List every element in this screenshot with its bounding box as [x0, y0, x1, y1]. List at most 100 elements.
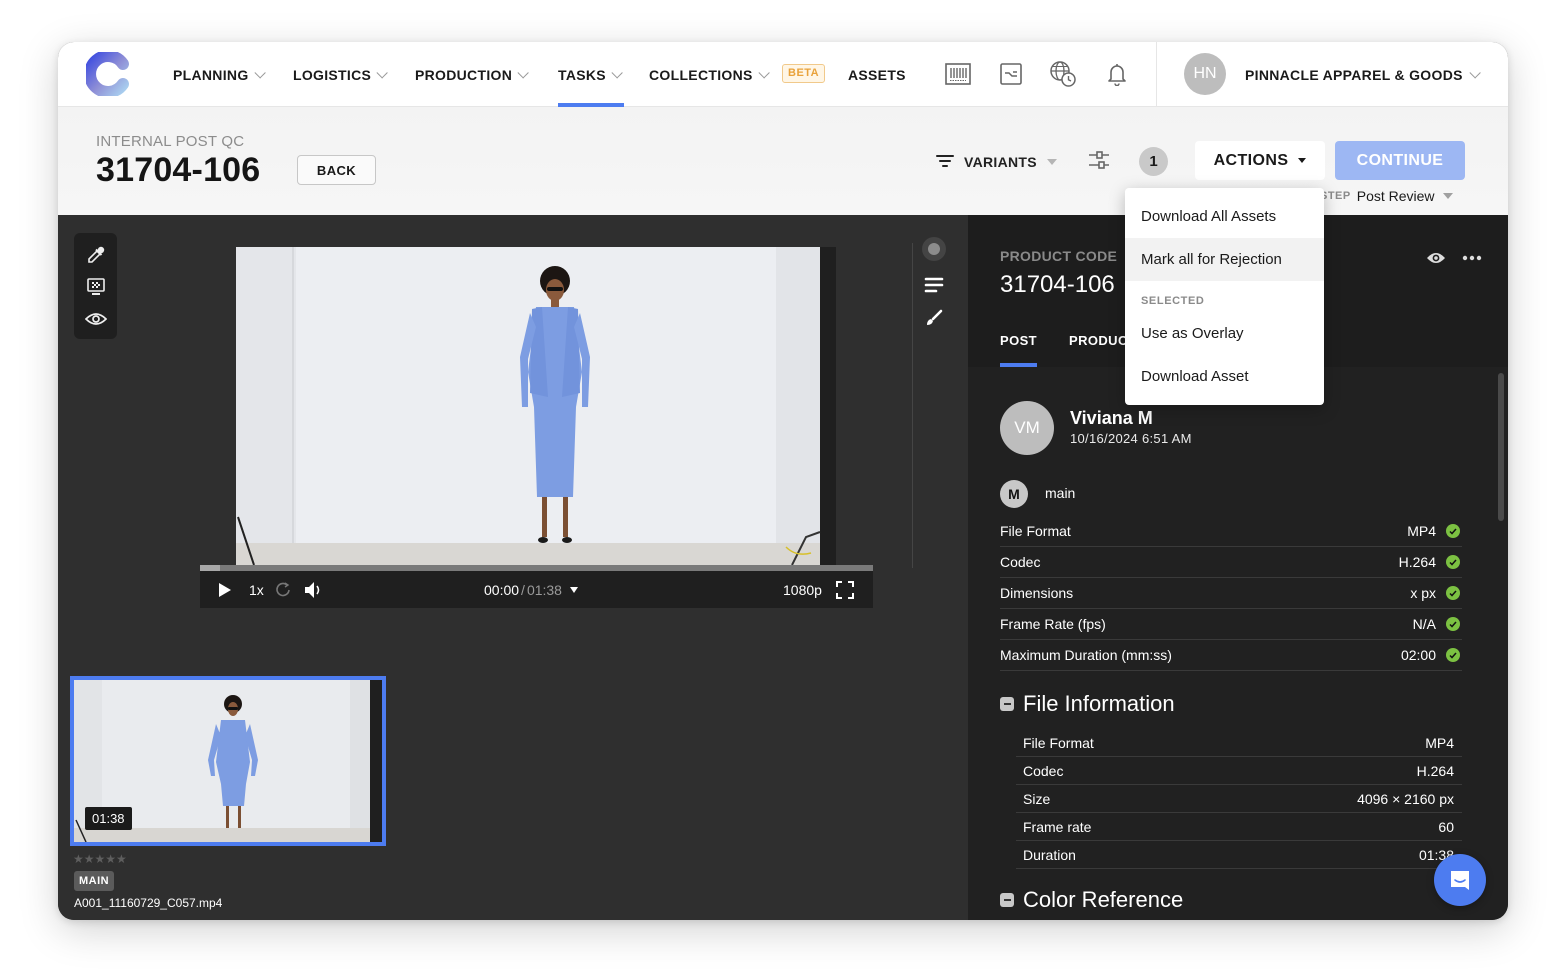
- file-info-row: File Format MP4: [1016, 729, 1462, 757]
- globe-clock-icon[interactable]: [1049, 60, 1077, 88]
- file-info-value: 4096 × 2160 px: [1357, 790, 1454, 807]
- eyedropper-icon[interactable]: [82, 241, 109, 268]
- top-nav: PLANNING LOGISTICS PRODUCTION TASKS COLL…: [58, 42, 1508, 107]
- nav-logistics-label: LOGISTICS: [293, 66, 372, 83]
- nav-production[interactable]: PRODUCTION: [415, 42, 529, 107]
- eye-icon[interactable]: [1426, 251, 1446, 265]
- requirement-label: File Format: [1000, 523, 1071, 539]
- actions-dropdown-menu: Download All Assets Mark all for Rejecti…: [1125, 188, 1324, 405]
- menu-section-selected: SELECTED: [1141, 295, 1205, 307]
- monitor-icon[interactable]: [82, 273, 109, 300]
- sliders-icon[interactable]: [1088, 150, 1110, 170]
- org-switcher[interactable]: PINNACLE APPAREL & GOODS: [1245, 42, 1481, 107]
- reviewer-avatar: VM: [1000, 401, 1054, 455]
- chat-launcher-button[interactable]: [1434, 854, 1486, 906]
- menu-item-download-asset[interactable]: Download Asset: [1125, 355, 1324, 398]
- nav-tasks-label: TASKS: [558, 66, 606, 83]
- user-avatar[interactable]: HN: [1184, 53, 1226, 95]
- speed-button[interactable]: 1x: [249, 571, 264, 608]
- caret-down-icon: [1442, 193, 1453, 199]
- color-reference-title: Color Reference: [1023, 887, 1184, 912]
- variants-filter[interactable]: VARIANTS: [936, 147, 1057, 177]
- media-viewer: 1x 00:00/01:38 1080p 01:38 ★★★★★ MAIN A0…: [58, 215, 968, 920]
- review-timestamp: 10/16/2024 6:51 AM: [1070, 431, 1192, 446]
- back-button[interactable]: BACK: [297, 155, 376, 185]
- requirement-value: 02:00: [1400, 647, 1436, 663]
- chat-icon: [1451, 871, 1469, 890]
- caret-down-icon: [569, 586, 578, 593]
- color-reference-header[interactable]: Color Reference: [1000, 887, 1183, 913]
- chevron-down-icon: [253, 66, 266, 79]
- chevron-down-icon: [1469, 66, 1481, 79]
- file-info-row: Duration 01:38: [1016, 841, 1462, 869]
- nav-tasks[interactable]: TASKS: [558, 42, 624, 107]
- comments-list-icon[interactable]: [921, 272, 947, 298]
- check-icon: [1446, 648, 1460, 662]
- nav-collections[interactable]: COLLECTIONS: [649, 42, 770, 107]
- bell-icon[interactable]: [1103, 60, 1131, 88]
- menu-item-use-as-overlay[interactable]: Use as Overlay: [1125, 312, 1324, 355]
- nav-logistics[interactable]: LOGISTICS: [293, 42, 388, 107]
- thumbnail-duration: 01:38: [85, 807, 132, 830]
- file-information-header[interactable]: File Information: [1000, 691, 1175, 717]
- requirement-row: File Format MP4: [1000, 516, 1462, 547]
- tab-post[interactable]: POST: [1000, 333, 1037, 367]
- check-icon: [1446, 524, 1460, 538]
- record-icon[interactable]: [921, 236, 947, 262]
- image-compare-icon[interactable]: [997, 60, 1025, 88]
- video-still: [236, 247, 836, 565]
- file-info-label: Size: [1023, 790, 1051, 807]
- requirement-value: x px: [1410, 585, 1436, 601]
- beta-badge: BETA: [782, 64, 826, 83]
- nav-divider: [1156, 42, 1157, 107]
- chevron-down-icon: [517, 66, 529, 79]
- app-window: PLANNING LOGISTICS PRODUCTION TASKS COLL…: [58, 42, 1508, 920]
- eye-icon[interactable]: [82, 305, 109, 332]
- file-info-value: MP4: [1425, 734, 1454, 751]
- barcode-icon[interactable]: [944, 60, 972, 88]
- quality-button[interactable]: 1080p: [783, 571, 822, 608]
- chevron-down-icon: [376, 66, 388, 79]
- requirement-label: Frame Rate (fps): [1000, 616, 1106, 632]
- check-icon: [1446, 555, 1460, 569]
- time-display[interactable]: 00:00/01:38: [484, 571, 578, 608]
- video-frame[interactable]: [236, 247, 836, 565]
- play-icon[interactable]: [218, 571, 232, 608]
- file-info-row: Codec H.264: [1016, 757, 1462, 785]
- nav-assets[interactable]: ASSETS: [848, 42, 906, 107]
- time-separator: /: [521, 581, 525, 598]
- nav-planning[interactable]: PLANNING: [173, 42, 266, 107]
- brush-icon[interactable]: [921, 305, 947, 331]
- panel-scrollbar[interactable]: [1498, 373, 1504, 521]
- collapse-icon: [1000, 893, 1014, 907]
- asset-filename: A001_11160729_C057.mp4: [74, 896, 223, 910]
- asset-thumbnail[interactable]: 01:38: [70, 676, 386, 846]
- total-time: 01:38: [526, 581, 562, 598]
- file-information-title: File Information: [1023, 691, 1175, 716]
- nav-production-label: PRODUCTION: [415, 66, 513, 83]
- viewer-toolbar: [74, 233, 117, 339]
- volume-icon[interactable]: [304, 571, 324, 608]
- viewer-divider: [912, 243, 913, 568]
- filter-icon: [936, 155, 954, 167]
- requirement-row: Dimensions x px: [1000, 578, 1462, 609]
- chevron-down-icon: [758, 66, 770, 79]
- page-subtitle: INTERNAL POST QC: [96, 133, 245, 150]
- variant-badge: M: [1000, 480, 1028, 508]
- video-controls: 1x 00:00/01:38 1080p: [200, 571, 873, 608]
- fullscreen-icon[interactable]: [836, 571, 854, 608]
- more-options-icon[interactable]: [1462, 251, 1482, 265]
- actions-button[interactable]: ACTIONS: [1195, 141, 1325, 180]
- app-logo[interactable]: [86, 52, 130, 96]
- continue-button[interactable]: CONTINUE: [1335, 141, 1465, 180]
- star-rating[interactable]: ★★★★★: [73, 852, 127, 866]
- collapse-icon: [1000, 697, 1014, 711]
- current-time: 00:00: [484, 581, 520, 598]
- menu-item-mark-all-for-rejection[interactable]: Mark all for Rejection: [1125, 238, 1324, 281]
- org-name: PINNACLE APPAREL & GOODS: [1245, 66, 1463, 83]
- file-info-row: Size 4096 × 2160 px: [1016, 785, 1462, 813]
- variants-label: VARIANTS: [964, 154, 1037, 170]
- next-step-select[interactable]: STEP Post Review: [1320, 187, 1453, 205]
- menu-item-download-all-assets[interactable]: Download All Assets: [1125, 195, 1324, 238]
- loop-icon[interactable]: [276, 571, 292, 608]
